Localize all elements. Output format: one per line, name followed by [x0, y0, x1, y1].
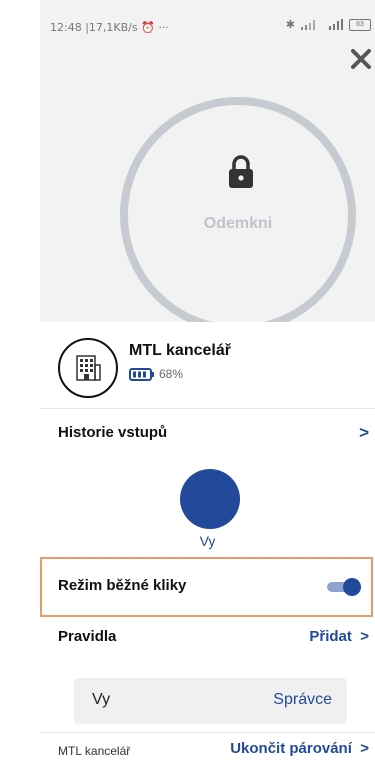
rule-card[interactable]: Vy Správce — [74, 678, 347, 724]
battery-icon: 63 — [349, 18, 371, 31]
close-icon — [351, 49, 371, 69]
rule-role: Správce — [273, 691, 332, 708]
lock-icon — [229, 155, 253, 188]
history-chevron-icon: > — [359, 423, 369, 442]
divider — [40, 408, 375, 409]
history-row[interactable]: Historie vstupů > — [40, 410, 375, 458]
chevron-right-icon: > — [356, 628, 369, 645]
device-battery-percent: 68% — [159, 367, 184, 381]
alarm-icon: ⏰ — [141, 21, 155, 34]
device-row: MTL kancelář 68% — [40, 322, 375, 400]
toggle-knob — [343, 578, 361, 596]
bluetooth-icon: ✱ — [285, 19, 295, 31]
device-name: MTL kancelář — [129, 342, 231, 359]
mode-title: Režim běžné kliky — [58, 577, 187, 594]
rules-row: Pravidla Přidat > — [40, 628, 375, 668]
battery-level-icon — [129, 367, 154, 381]
rules-title: Pravidla — [58, 628, 117, 645]
unlock-button[interactable]: Odemkni — [120, 97, 356, 333]
history-title: Historie vstupů — [58, 424, 168, 441]
status-bar: 12:48 |17,1KB/s ⏰ ··· ✱ 63 — [40, 0, 375, 54]
device-battery: 68% — [129, 367, 183, 381]
status-speed: 17,1KB/s — [88, 21, 138, 34]
mode-toggle[interactable] — [327, 578, 361, 596]
end-pairing-button[interactable]: Ukončit párování > — [230, 740, 369, 757]
unlock-label: Odemkni — [203, 215, 273, 232]
device-avatar — [58, 338, 118, 398]
status-left: 12:48 |17,1KB/s ⏰ ··· — [50, 21, 169, 34]
user-avatar-label: Vy — [199, 533, 216, 549]
add-rule-button[interactable]: Přidat > — [309, 628, 369, 645]
divider — [40, 732, 375, 733]
end-pairing-label: Ukončit párování — [230, 740, 352, 757]
device-panel: MTL kancelář 68% Historie vstupů > Vy Re… — [40, 322, 375, 763]
phone-screen: 12:48 |17,1KB/s ⏰ ··· ✱ 63 Odemkni MTL k… — [40, 0, 375, 763]
signal-icon — [301, 19, 315, 30]
mode-row: Režim běžné kliky — [40, 557, 373, 617]
building-icon — [76, 355, 101, 381]
user-avatar[interactable] — [180, 469, 240, 529]
status-more: ··· — [158, 21, 169, 34]
rule-user: Vy — [92, 691, 111, 708]
pairing-row: MTL kancelář Ukončit párování > — [40, 740, 375, 763]
pairing-device: MTL kancelář — [58, 744, 131, 758]
status-right: ✱ 63 — [286, 18, 371, 31]
add-rule-label: Přidat — [309, 628, 352, 645]
chevron-right-icon: > — [356, 740, 369, 757]
app-stage: 12:48 |17,1KB/s ⏰ ··· ✱ 63 Odemkni MTL k… — [0, 0, 375, 763]
close-button[interactable] — [347, 45, 375, 73]
status-time: 12:48 — [50, 21, 82, 34]
mobile-signal-icon — [329, 19, 343, 30]
